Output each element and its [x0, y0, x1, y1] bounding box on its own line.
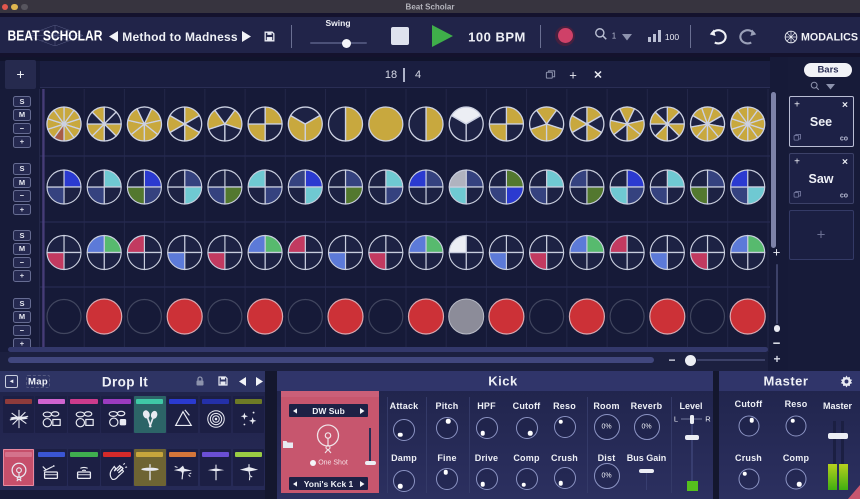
svg-text:BEAT SCHOLAR: BEAT SCHOLAR [8, 28, 103, 45]
svg-text:MODALICS: MODALICS [801, 32, 858, 44]
